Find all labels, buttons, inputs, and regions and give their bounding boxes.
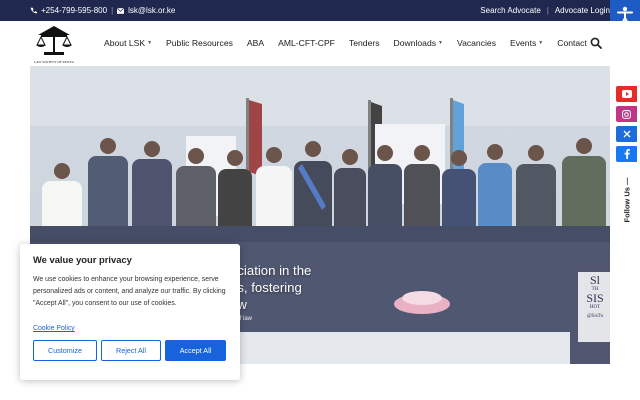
consent-buttons: Customize Reject All Accept All: [33, 340, 227, 361]
logo-caption: LAW SOCIETY OF KENYA: [34, 60, 74, 64]
nav-label: Events: [510, 38, 537, 48]
nav-label: Contact: [557, 38, 587, 48]
scales-of-justice-logo: [36, 26, 72, 55]
nav-downloads[interactable]: Downloads ▼: [394, 38, 443, 48]
nav-events[interactable]: Events ▼: [510, 38, 543, 48]
top-bar: +254-799-595-800 | lsk@lsk.or.ke Search …: [0, 0, 640, 21]
hero-heading-line: ociation in the: [230, 263, 312, 278]
nav-label: Public Resources: [166, 38, 233, 48]
advocate-login-link[interactable]: Advocate Login: [555, 6, 610, 15]
nav-aml-cft-cpf[interactable]: AML-CFT-CPF: [278, 38, 335, 48]
nav-label: ABA: [246, 38, 265, 48]
nav-label: About LSK: [104, 38, 146, 48]
social-sidebar: [616, 86, 637, 162]
customize-button[interactable]: Customize: [33, 340, 97, 361]
facebook-button[interactable]: [616, 146, 637, 162]
divider: |: [546, 6, 549, 15]
cookie-policy-link[interactable]: Cookie Policy: [33, 325, 75, 332]
search-icon[interactable]: [590, 37, 602, 49]
consent-body: We use cookies to enhance your browsing …: [33, 276, 226, 307]
follow-us-text: Follow Us —: [622, 177, 632, 223]
banner-text: @SisTu: [586, 314, 604, 319]
nav-tenders[interactable]: Tenders: [349, 38, 380, 48]
nav-contact[interactable]: Contact: [557, 38, 587, 48]
hero-heading-line: es, fostering: [230, 280, 302, 295]
phone-icon: [30, 7, 37, 14]
nav-about-lsk[interactable]: About LSK ▼: [104, 38, 152, 48]
nav-label: Vacancies: [456, 38, 496, 48]
x-twitter-icon: [623, 130, 630, 138]
site-header: LAW SOCIETY OF KENYA About LSK ▼ Public R…: [0, 21, 640, 66]
lsk-logo[interactable]: LAW SOCIETY OF KENYA: [32, 23, 76, 65]
youtube-button[interactable]: [616, 86, 637, 102]
cookie-consent-banner: We value your privacy We use cookies to …: [20, 244, 240, 380]
search-advocate-link[interactable]: Search Advocate: [480, 6, 540, 15]
reject-all-button[interactable]: Reject All: [101, 340, 161, 361]
banner-text: Sl: [589, 273, 600, 287]
x-twitter-button[interactable]: [616, 126, 637, 142]
accept-all-button[interactable]: Accept All: [165, 340, 226, 361]
instagram-button[interactable]: [616, 106, 637, 122]
chevron-down-icon: ▼: [438, 40, 443, 46]
email-address[interactable]: lsk@lsk.or.ke: [128, 6, 175, 15]
nav-aba[interactable]: ABA: [247, 38, 264, 48]
podium-banner: Sl TH SIS HOT @SisTu: [581, 273, 609, 321]
nav-label: AML-CFT-CPF: [278, 38, 335, 48]
main-nav: About LSK ▼ Public Resources ABA AML-CFT-…: [104, 38, 601, 48]
nav-label: Downloads: [393, 38, 437, 48]
follow-us-label: Follow Us —: [620, 174, 634, 226]
divider: |: [111, 6, 114, 15]
nav-public-resources[interactable]: Public Resources: [166, 38, 233, 48]
chevron-down-icon: ▼: [538, 40, 544, 46]
hero-heading-line: aw: [230, 296, 311, 313]
nav-vacancies[interactable]: Vacancies: [457, 38, 496, 48]
nav-label: Tenders: [348, 38, 380, 48]
banner-text: SIS: [586, 291, 604, 305]
youtube-icon: [621, 90, 632, 98]
consent-title: We value your privacy: [33, 254, 132, 265]
phone-number[interactable]: +254-799-595-800: [41, 6, 107, 15]
chevron-down-icon: ▼: [147, 40, 153, 46]
hero-heading: ociation in the es, fostering aw: [230, 262, 311, 313]
banner-text: HOT: [589, 305, 601, 310]
envelope-icon: [117, 7, 125, 14]
instagram-icon: [622, 109, 631, 119]
facebook-icon: [624, 149, 630, 159]
